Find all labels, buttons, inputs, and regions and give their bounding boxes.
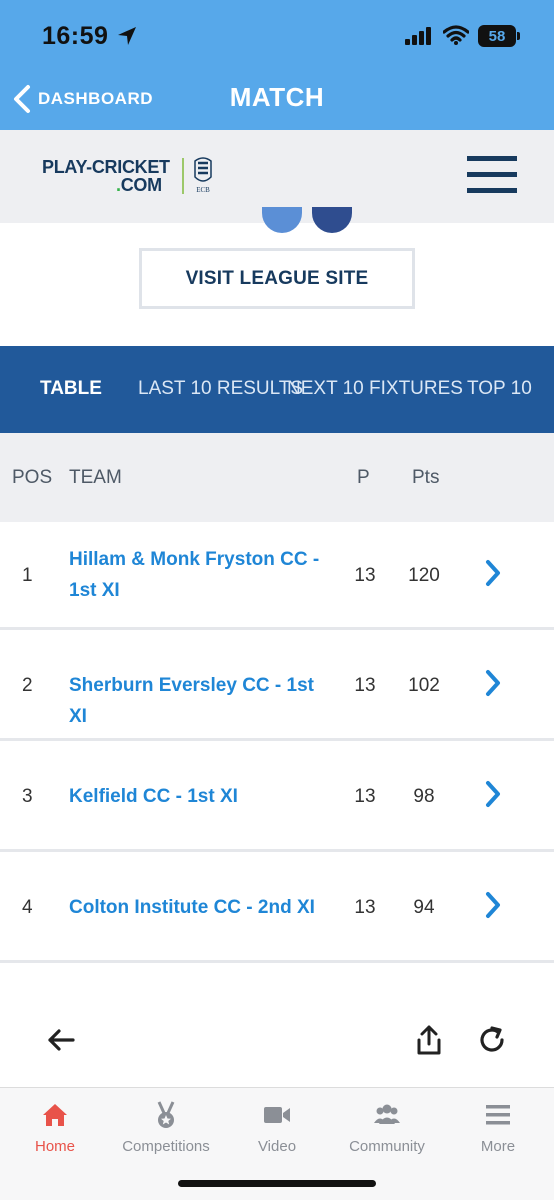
table-row[interactable]: 1 Hillam & Monk Fryston CC - 1st XI 13 1… [0, 522, 554, 630]
ecb-text: ECB [196, 186, 210, 194]
battery-icon: 58 [478, 25, 520, 47]
nav-label: Community [349, 1138, 425, 1155]
nav-more[interactable]: More [443, 1100, 553, 1155]
nav-video[interactable]: Video [222, 1100, 332, 1155]
tab-table[interactable]: TABLE [40, 378, 102, 400]
play-cricket-logo-suffix: .COM [116, 175, 162, 196]
tab-last-10-results[interactable]: LAST 10 RESULTS [138, 378, 303, 400]
row-pos: 2 [22, 675, 33, 696]
row-points: 102 [408, 675, 440, 696]
share-icon[interactable] [413, 1024, 445, 1056]
table-row[interactable]: 4 Colton Institute CC - 2nd XI 13 94 [0, 855, 554, 963]
logo-divider [182, 158, 184, 194]
table-row[interactable]: 3 Kelfield CC - 1st XI 13 98 [0, 744, 554, 852]
row-pos: 3 [22, 786, 33, 807]
row-points: 98 [413, 786, 435, 807]
nav-label: Video [257, 1138, 297, 1155]
row-played: 13 [354, 897, 376, 918]
cellular-signal-icon [405, 27, 431, 45]
chevron-right-icon[interactable] [483, 891, 503, 919]
tab-next-10-fixtures[interactable]: NEXT 10 FIXTURES [287, 378, 463, 400]
row-played: 13 [354, 786, 376, 807]
tab-top-10[interactable]: TOP 10 [467, 378, 532, 400]
twitter-icon[interactable] [262, 207, 302, 233]
facebook-icon[interactable] [312, 207, 352, 233]
row-team[interactable]: Sherburn Eversley CC - 1st XI [69, 670, 329, 732]
row-played: 13 [354, 675, 376, 696]
home-indicator[interactable] [178, 1180, 376, 1187]
header-team: TEAM [69, 467, 122, 488]
video-camera-icon [264, 1107, 290, 1123]
header-played: P [357, 467, 370, 488]
nav-community[interactable]: Community [332, 1100, 442, 1155]
chevron-right-icon[interactable] [483, 780, 503, 808]
ecb-crest-icon: ECB [194, 157, 212, 194]
header-pos: POS [12, 467, 53, 488]
table-row[interactable]: 2 Sherburn Eversley CC - 1st XI 13 102 [0, 633, 554, 741]
nav-label: More [480, 1138, 516, 1155]
nav-label: Competitions [122, 1138, 210, 1155]
chevron-right-icon[interactable] [483, 669, 503, 697]
row-points: 120 [408, 565, 440, 586]
row-pos: 4 [22, 897, 33, 918]
wifi-icon [443, 25, 469, 45]
visit-league-site-button[interactable]: VISIT LEAGUE SITE [139, 248, 415, 309]
header-points: Pts [412, 467, 440, 488]
menu-icon [486, 1105, 510, 1125]
page-title: MATCH [229, 82, 325, 112]
row-team[interactable]: Hillam & Monk Fryston CC - 1st XI [69, 544, 324, 606]
row-points: 94 [413, 897, 435, 918]
row-played: 13 [354, 565, 376, 586]
status-time: 16:59 [42, 22, 109, 50]
row-team[interactable]: Colton Institute CC - 2nd XI [69, 892, 329, 923]
location-arrow-icon [118, 27, 136, 45]
row-pos: 1 [22, 565, 33, 586]
back-arrow-icon[interactable] [45, 1024, 77, 1056]
chevron-right-icon[interactable] [483, 559, 503, 587]
people-icon [374, 1104, 400, 1124]
row-team[interactable]: Kelfield CC - 1st XI [69, 781, 324, 812]
nav-label: Home [34, 1138, 75, 1155]
reload-icon[interactable] [476, 1024, 508, 1056]
medal-icon [157, 1101, 175, 1128]
hamburger-menu-icon[interactable] [467, 156, 517, 194]
logo-com: COM [120, 175, 162, 195]
nav-competitions[interactable]: Competitions [111, 1100, 221, 1155]
nav-home[interactable]: Home [0, 1100, 110, 1155]
home-icon [43, 1104, 67, 1126]
